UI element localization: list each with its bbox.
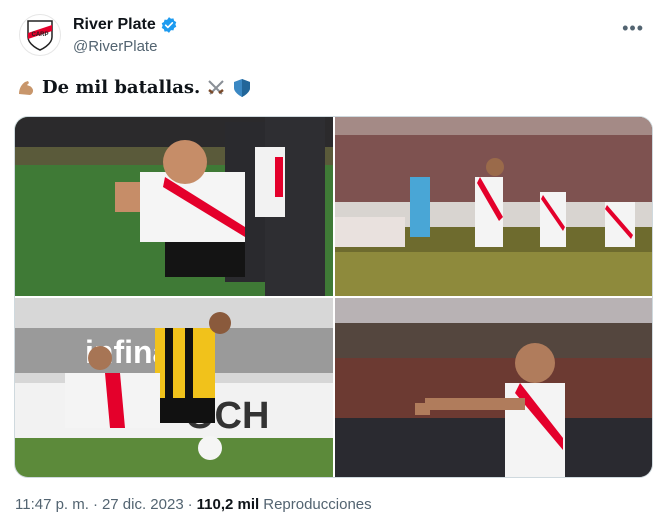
svg-text:CARP: CARP bbox=[31, 32, 48, 38]
verified-badge-icon bbox=[161, 17, 176, 33]
tweet-text: De mil batallas. bbox=[16, 77, 252, 98]
river-plate-crest-icon: CARP bbox=[27, 20, 53, 51]
meta-separator: · bbox=[92, 496, 98, 513]
handle[interactable]: @RiverPlate bbox=[73, 37, 178, 57]
tweet-header: CARP River Plate @RiverPlate ••• bbox=[19, 14, 644, 64]
meta-separator-2: · bbox=[187, 496, 193, 513]
tweet-meta: 11:47 p. m. · 27 dic. 2023 · 110,2 mil R… bbox=[15, 496, 372, 513]
display-name[interactable]: River Plate bbox=[73, 15, 178, 35]
photo-players-celebrating-stadium[interactable] bbox=[335, 117, 652, 296]
media-grid: infinae OCH bbox=[14, 116, 653, 478]
shield-icon bbox=[234, 78, 251, 97]
flexed-biceps-icon bbox=[19, 80, 34, 95]
tweet-time[interactable]: 11:47 p. m. bbox=[15, 496, 89, 513]
views-count: 110,2 mil bbox=[196, 496, 260, 513]
more-options-icon[interactable]: ••• bbox=[622, 18, 644, 39]
tweet-text-content: De mil batallas. bbox=[42, 77, 201, 98]
photo-player-thumbs-up[interactable] bbox=[15, 117, 333, 296]
photo-player-sliding-tackle[interactable]: infinae OCH bbox=[15, 298, 333, 477]
views-label: Reproducciones bbox=[263, 496, 372, 513]
crossed-swords-icon bbox=[208, 79, 225, 95]
tweet-date[interactable]: 27 dic. 2023 bbox=[102, 496, 184, 513]
photo-player-pointing[interactable] bbox=[335, 298, 652, 477]
avatar[interactable]: CARP bbox=[19, 14, 61, 56]
display-name-text[interactable]: River Plate bbox=[73, 15, 156, 35]
